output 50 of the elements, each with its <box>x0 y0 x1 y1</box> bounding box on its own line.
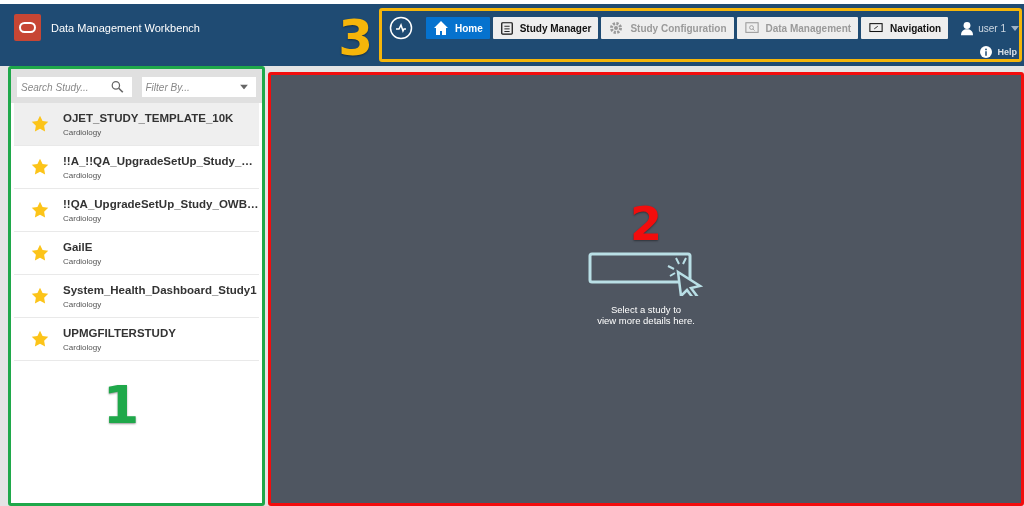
study-item[interactable]: !!QA_UpgradeSetUp_Study_OWB… Cardiology <box>14 189 259 232</box>
study-name: System_Health_Dashboard_Study1 <box>63 283 257 296</box>
search-field[interactable]: Search Study... <box>17 77 132 97</box>
therapeutic-area: Cardiology <box>63 256 102 266</box>
star-icon <box>31 158 49 176</box>
star-icon <box>31 201 49 219</box>
workbench-icon <box>388 16 413 40</box>
empty-message: view more details here. <box>597 315 695 326</box>
therapeutic-area: Cardiology <box>63 127 234 137</box>
gear-icon <box>608 20 625 36</box>
user-icon <box>961 20 974 36</box>
study-item[interactable]: System_Health_Dashboard_Study1 Cardiology <box>14 275 259 318</box>
study-name: !!A_!!QA_UpgradeSetUp_Study_… <box>63 154 253 167</box>
therapeutic-area: Cardiology <box>63 342 176 352</box>
clipboard-icon <box>499 20 514 36</box>
study-name: !!QA_UpgradeSetUp_Study_OWB… <box>63 197 259 210</box>
logo-icon <box>14 14 41 41</box>
therapeutic-area: Cardiology <box>63 170 253 180</box>
home-icon <box>432 20 449 36</box>
app-title: Data Management Workbench <box>51 22 200 34</box>
nav-tab[interactable]: Navigation <box>861 17 949 39</box>
caret-icon <box>240 84 248 90</box>
info-icon <box>980 46 993 58</box>
user-menu[interactable]: user 1 <box>978 22 1006 34</box>
study-name: GailE <box>63 240 94 253</box>
study-item[interactable]: !!A_!!QA_UpgradeSetUp_Study_… Cardiology <box>14 146 259 189</box>
caret-icon <box>1011 25 1019 31</box>
callout-number: 3 <box>337 12 375 64</box>
star-icon <box>31 287 49 305</box>
help-link[interactable]: Help <box>997 47 1017 57</box>
study-name: UPMGFILTERSTUDY <box>63 326 176 339</box>
study-item[interactable]: OJET_STUDY_TEMPLATE_10K Cardiology <box>14 103 259 146</box>
nav-tab[interactable]: Study Manager <box>492 17 599 39</box>
nav-tab[interactable]: Home <box>425 17 490 39</box>
screen-icon <box>868 21 885 35</box>
star-icon <box>31 330 49 348</box>
click-select-icon <box>588 252 704 296</box>
empty-message: Select a study to <box>610 304 682 315</box>
star-icon <box>31 244 49 262</box>
study-name: OJET_STUDY_TEMPLATE_10K <box>63 111 234 124</box>
therapeutic-area: Cardiology <box>63 213 259 223</box>
window-search-icon <box>743 21 760 35</box>
star-icon <box>31 115 49 133</box>
callout-number: 2 <box>630 200 662 248</box>
study-item[interactable]: UPMGFILTERSTUDY Cardiology <box>14 318 259 361</box>
search-icon <box>110 80 124 94</box>
study-item[interactable]: GailE Cardiology <box>14 232 259 275</box>
therapeutic-area: Cardiology <box>63 299 257 309</box>
filter-dropdown[interactable]: Filter By... <box>141 77 256 97</box>
callout-number: 1 <box>103 375 140 435</box>
